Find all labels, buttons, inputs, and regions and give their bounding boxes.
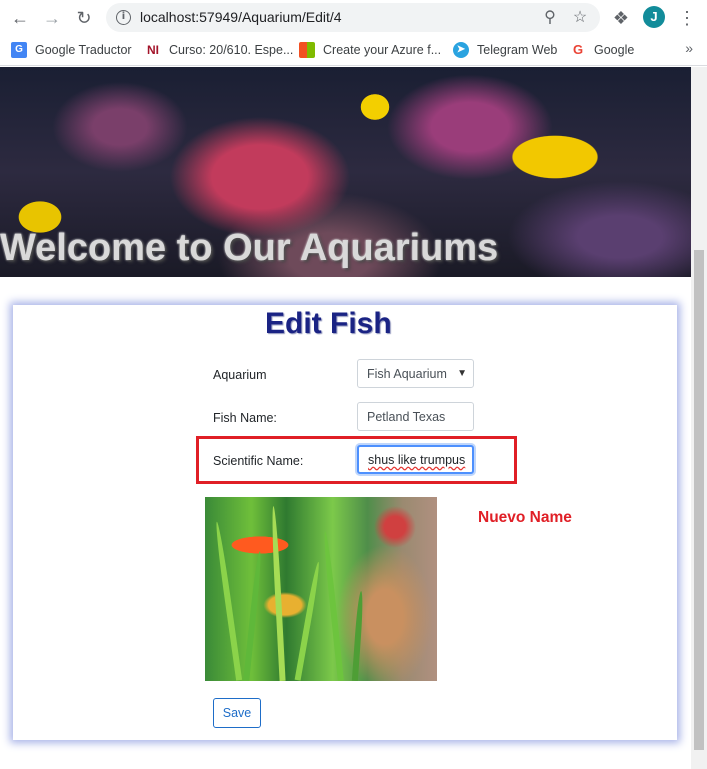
- bookmarks-bar: G Google Traductor NI Curso: 20/610. Esp…: [0, 35, 707, 66]
- url-text[interactable]: localhost:57949/Aquarium/Edit/4: [140, 9, 342, 25]
- scientific-name-input[interactable]: shus like trumpus: [357, 445, 474, 474]
- address-bar[interactable]: i localhost:57949/Aquarium/Edit/4 ⚲ ☆: [106, 3, 600, 32]
- bookmark-azure[interactable]: Create your Azure f...: [299, 41, 441, 59]
- site-info-icon[interactable]: i: [116, 10, 131, 25]
- bookmark-label: Create your Azure f...: [323, 43, 442, 57]
- page-viewport: Welcome to Our Aquariums Edit Fish Aquar…: [0, 67, 691, 769]
- google-icon: G: [570, 42, 586, 58]
- save-button[interactable]: Save: [213, 698, 261, 728]
- profile-avatar[interactable]: J: [643, 6, 665, 28]
- bookmark-star-icon[interactable]: ☆: [570, 8, 590, 28]
- fish-name-value: Petland Texas: [367, 409, 446, 424]
- fish-name-label: Fish Name:: [213, 411, 277, 425]
- bookmark-google-traductor[interactable]: G Google Traductor: [11, 41, 132, 59]
- bookmark-label: Telegram Web: [477, 43, 558, 57]
- bookmark-curso[interactable]: NI Curso: 20/610. Espe...: [145, 41, 293, 59]
- microsoft-icon: [299, 42, 315, 58]
- aquarium-selected-value: Fish Aquarium: [367, 366, 447, 381]
- scientific-name-value: shus like trumpus: [368, 452, 466, 467]
- bookmark-telegram[interactable]: ➤ Telegram Web: [453, 41, 557, 59]
- back-arrow-icon[interactable]: ←: [8, 6, 32, 30]
- bookmark-label: Curso: 20/610. Espe...: [169, 43, 294, 57]
- hero-banner: Welcome to Our Aquariums: [0, 67, 691, 277]
- aquarium-select[interactable]: Fish Aquarium ▼: [357, 359, 474, 388]
- ni-icon: NI: [145, 42, 161, 58]
- google-translate-icon: G: [11, 42, 27, 58]
- fish-photo: [205, 497, 437, 681]
- telegram-icon: ➤: [453, 42, 469, 58]
- edit-fish-card: Edit Fish Aquarium Fish Aquarium ▼ Fish …: [13, 305, 677, 740]
- menu-kebab-icon[interactable]: ⋮: [675, 6, 699, 30]
- scientific-name-label: Scientific Name:: [213, 454, 304, 468]
- zoom-search-icon[interactable]: ⚲: [540, 8, 560, 28]
- page-title: Edit Fish: [265, 307, 392, 340]
- bookmark-label: Google: [594, 43, 635, 57]
- bookmarks-more-icon[interactable]: »: [685, 40, 693, 56]
- scrollbar-thumb[interactable]: [694, 250, 704, 750]
- forward-arrow-icon[interactable]: →: [40, 6, 64, 30]
- browser-toolbar: ← → ↻ i localhost:57949/Aquarium/Edit/4 …: [0, 0, 707, 35]
- chevron-down-icon: ▼: [457, 368, 467, 379]
- reload-icon[interactable]: ↻: [72, 6, 96, 30]
- bookmark-label: Google Traductor: [35, 43, 132, 57]
- fish-name-input[interactable]: Petland Texas: [357, 402, 474, 431]
- bookmark-google[interactable]: G Google: [570, 41, 634, 59]
- extensions-puzzle-icon[interactable]: ❖: [609, 6, 633, 30]
- aquarium-label: Aquarium: [213, 368, 267, 382]
- hero-title: Welcome to Our Aquariums: [0, 227, 499, 269]
- annotation-text: Nuevo Name: [478, 509, 572, 526]
